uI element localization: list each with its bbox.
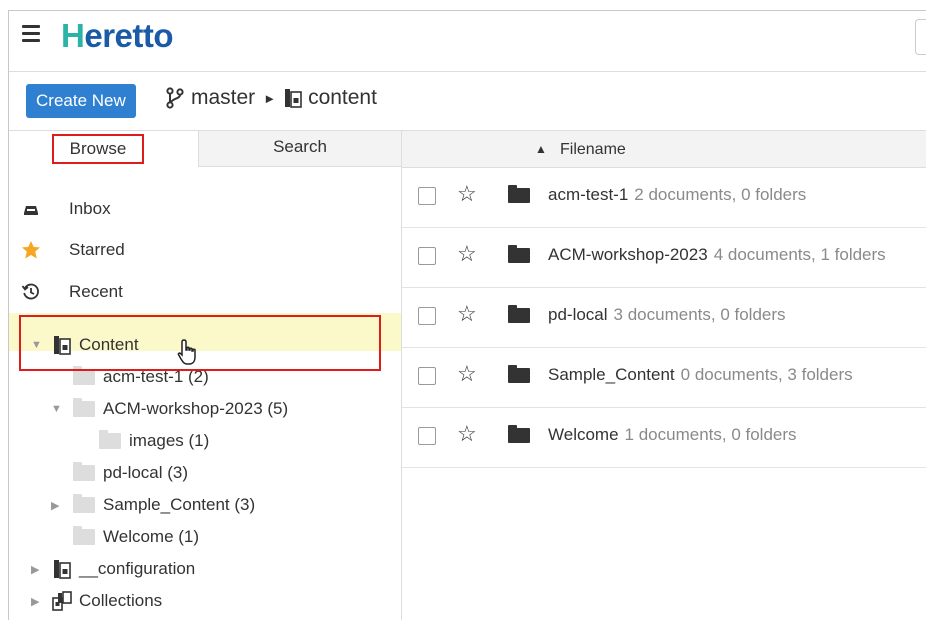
tree-item-images[interactable]: images (1) (99, 427, 209, 455)
tree-item-label: Welcome (1) (103, 527, 200, 546)
file-row[interactable]: ☆ Sample_Content 0 documents, 3 folders (402, 348, 926, 408)
folder-name-link[interactable]: pd-local (548, 305, 608, 324)
file-row[interactable]: ☆ ACM-workshop-2023 4 documents, 1 folder… (402, 228, 926, 288)
folder-icon (73, 462, 95, 481)
nav-item-inbox-label: Inbox (69, 199, 111, 218)
tab-browse[interactable]: Browse (9, 131, 198, 167)
folder-name-link[interactable]: acm-test-1 (548, 185, 628, 204)
tree-item-configuration[interactable]: ▶ __configuration (31, 555, 195, 583)
content-library-icon (285, 89, 302, 108)
tree-item-label: __configuration (79, 559, 196, 578)
tab-browse-label[interactable]: Browse (52, 134, 144, 164)
star-outline-icon[interactable]: ☆ (457, 363, 477, 385)
star-outline-icon[interactable]: ☆ (457, 303, 477, 325)
browse-panel: Browse Search Inbox Starred Recent ▼ Con… (9, 131, 402, 620)
nav-item-recent[interactable]: Recent (9, 277, 401, 307)
row-checkbox[interactable] (418, 367, 436, 385)
folder-icon (508, 425, 530, 443)
tree-item-label: pd-local (3) (103, 463, 189, 482)
tree-item-pd-local[interactable]: pd-local (3) (73, 459, 188, 487)
folder-icon (99, 430, 121, 449)
sort-ascending-icon[interactable]: ▲ (535, 131, 547, 167)
inbox-icon (24, 206, 38, 215)
folder-name-link[interactable]: Sample_Content (548, 365, 675, 384)
folder-meta: 1 documents, 0 folders (624, 425, 797, 444)
tree-item-collections[interactable]: ▶ Collections (31, 587, 162, 615)
tab-search[interactable]: Search (198, 131, 401, 167)
heretto-logo[interactable]: Heretto (61, 17, 174, 55)
recent-clock-icon (21, 283, 39, 300)
panel-tabs: Browse Search (9, 131, 401, 167)
caret-right-icon[interactable]: ▶ (51, 499, 63, 512)
folder-meta: 2 documents, 0 folders (634, 185, 807, 204)
folder-icon (73, 366, 95, 385)
folder-meta: 4 documents, 1 folders (713, 245, 886, 264)
caret-down-icon[interactable]: ▼ (51, 403, 63, 415)
git-branch-icon (166, 87, 184, 109)
folder-icon (508, 305, 530, 323)
folder-name-link[interactable]: ACM-workshop-2023 (548, 245, 708, 264)
global-search-input[interactable] (915, 19, 926, 55)
create-new-button[interactable]: Create New (26, 84, 136, 118)
row-checkbox[interactable] (418, 307, 436, 325)
tree-item-sample-content[interactable]: ▶ Sample_Content (3) (51, 491, 255, 519)
toolbar: Create New master ► content (9, 72, 926, 131)
nav-item-starred-label: Starred (69, 240, 125, 259)
breadcrumb-separator: ► (263, 90, 277, 106)
folder-name-link[interactable]: Welcome (548, 425, 619, 444)
nav-item-starred[interactable]: Starred (9, 235, 401, 265)
folder-icon (508, 245, 530, 263)
folder-icon (508, 365, 530, 383)
app-header: Heretto (9, 11, 926, 72)
tree-item-label: ACM-workshop-2023 (5) (103, 399, 289, 418)
nav-item-inbox[interactable]: Inbox (9, 194, 401, 224)
tree-item-label: images (1) (129, 431, 210, 450)
folder-meta: 3 documents, 0 folders (613, 305, 786, 324)
file-row[interactable]: ☆ pd-local 3 documents, 0 folders (402, 288, 926, 348)
star-outline-icon[interactable]: ☆ (457, 423, 477, 445)
row-checkbox[interactable] (418, 427, 436, 445)
branch-name[interactable]: master (191, 86, 255, 110)
tree-item-acm-workshop-2023[interactable]: ▼ ACM-workshop-2023 (5) (51, 395, 288, 423)
folder-icon (73, 398, 95, 417)
row-checkbox[interactable] (418, 187, 436, 205)
folder-icon (73, 494, 95, 513)
star-filled-icon (22, 241, 40, 259)
folder-meta: 0 documents, 3 folders (680, 365, 853, 384)
caret-right-icon[interactable]: ▶ (31, 595, 43, 608)
content-library-icon (54, 560, 71, 579)
tree-item-label: Collections (79, 591, 163, 610)
star-outline-icon[interactable]: ☆ (457, 243, 477, 265)
breadcrumb-content[interactable]: content (308, 86, 377, 110)
hand-pointer-icon (177, 339, 196, 365)
star-outline-icon[interactable]: ☆ (457, 183, 477, 205)
folder-icon (73, 526, 95, 545)
column-header-label: Filename (560, 141, 626, 158)
folder-icon (508, 185, 530, 203)
file-list-panel: ▲ Filename ☆ acm-test-1 2 documents, 0 fo… (402, 131, 926, 620)
file-row[interactable]: ☆ Welcome 1 documents, 0 folders (402, 408, 926, 468)
hamburger-menu-icon[interactable] (22, 25, 40, 46)
row-checkbox[interactable] (418, 247, 436, 265)
nav-item-recent-label: Recent (69, 282, 123, 301)
breadcrumb: master ► content (165, 86, 377, 110)
file-row[interactable]: ☆ acm-test-1 2 documents, 0 folders (402, 168, 926, 228)
tree-item-label: Sample_Content (3) (103, 495, 256, 514)
tree-item-welcome[interactable]: Welcome (1) (73, 523, 199, 551)
filename-column-header[interactable]: ▲ Filename (402, 131, 926, 168)
caret-right-icon[interactable]: ▶ (31, 563, 43, 576)
collections-icon (52, 591, 72, 611)
